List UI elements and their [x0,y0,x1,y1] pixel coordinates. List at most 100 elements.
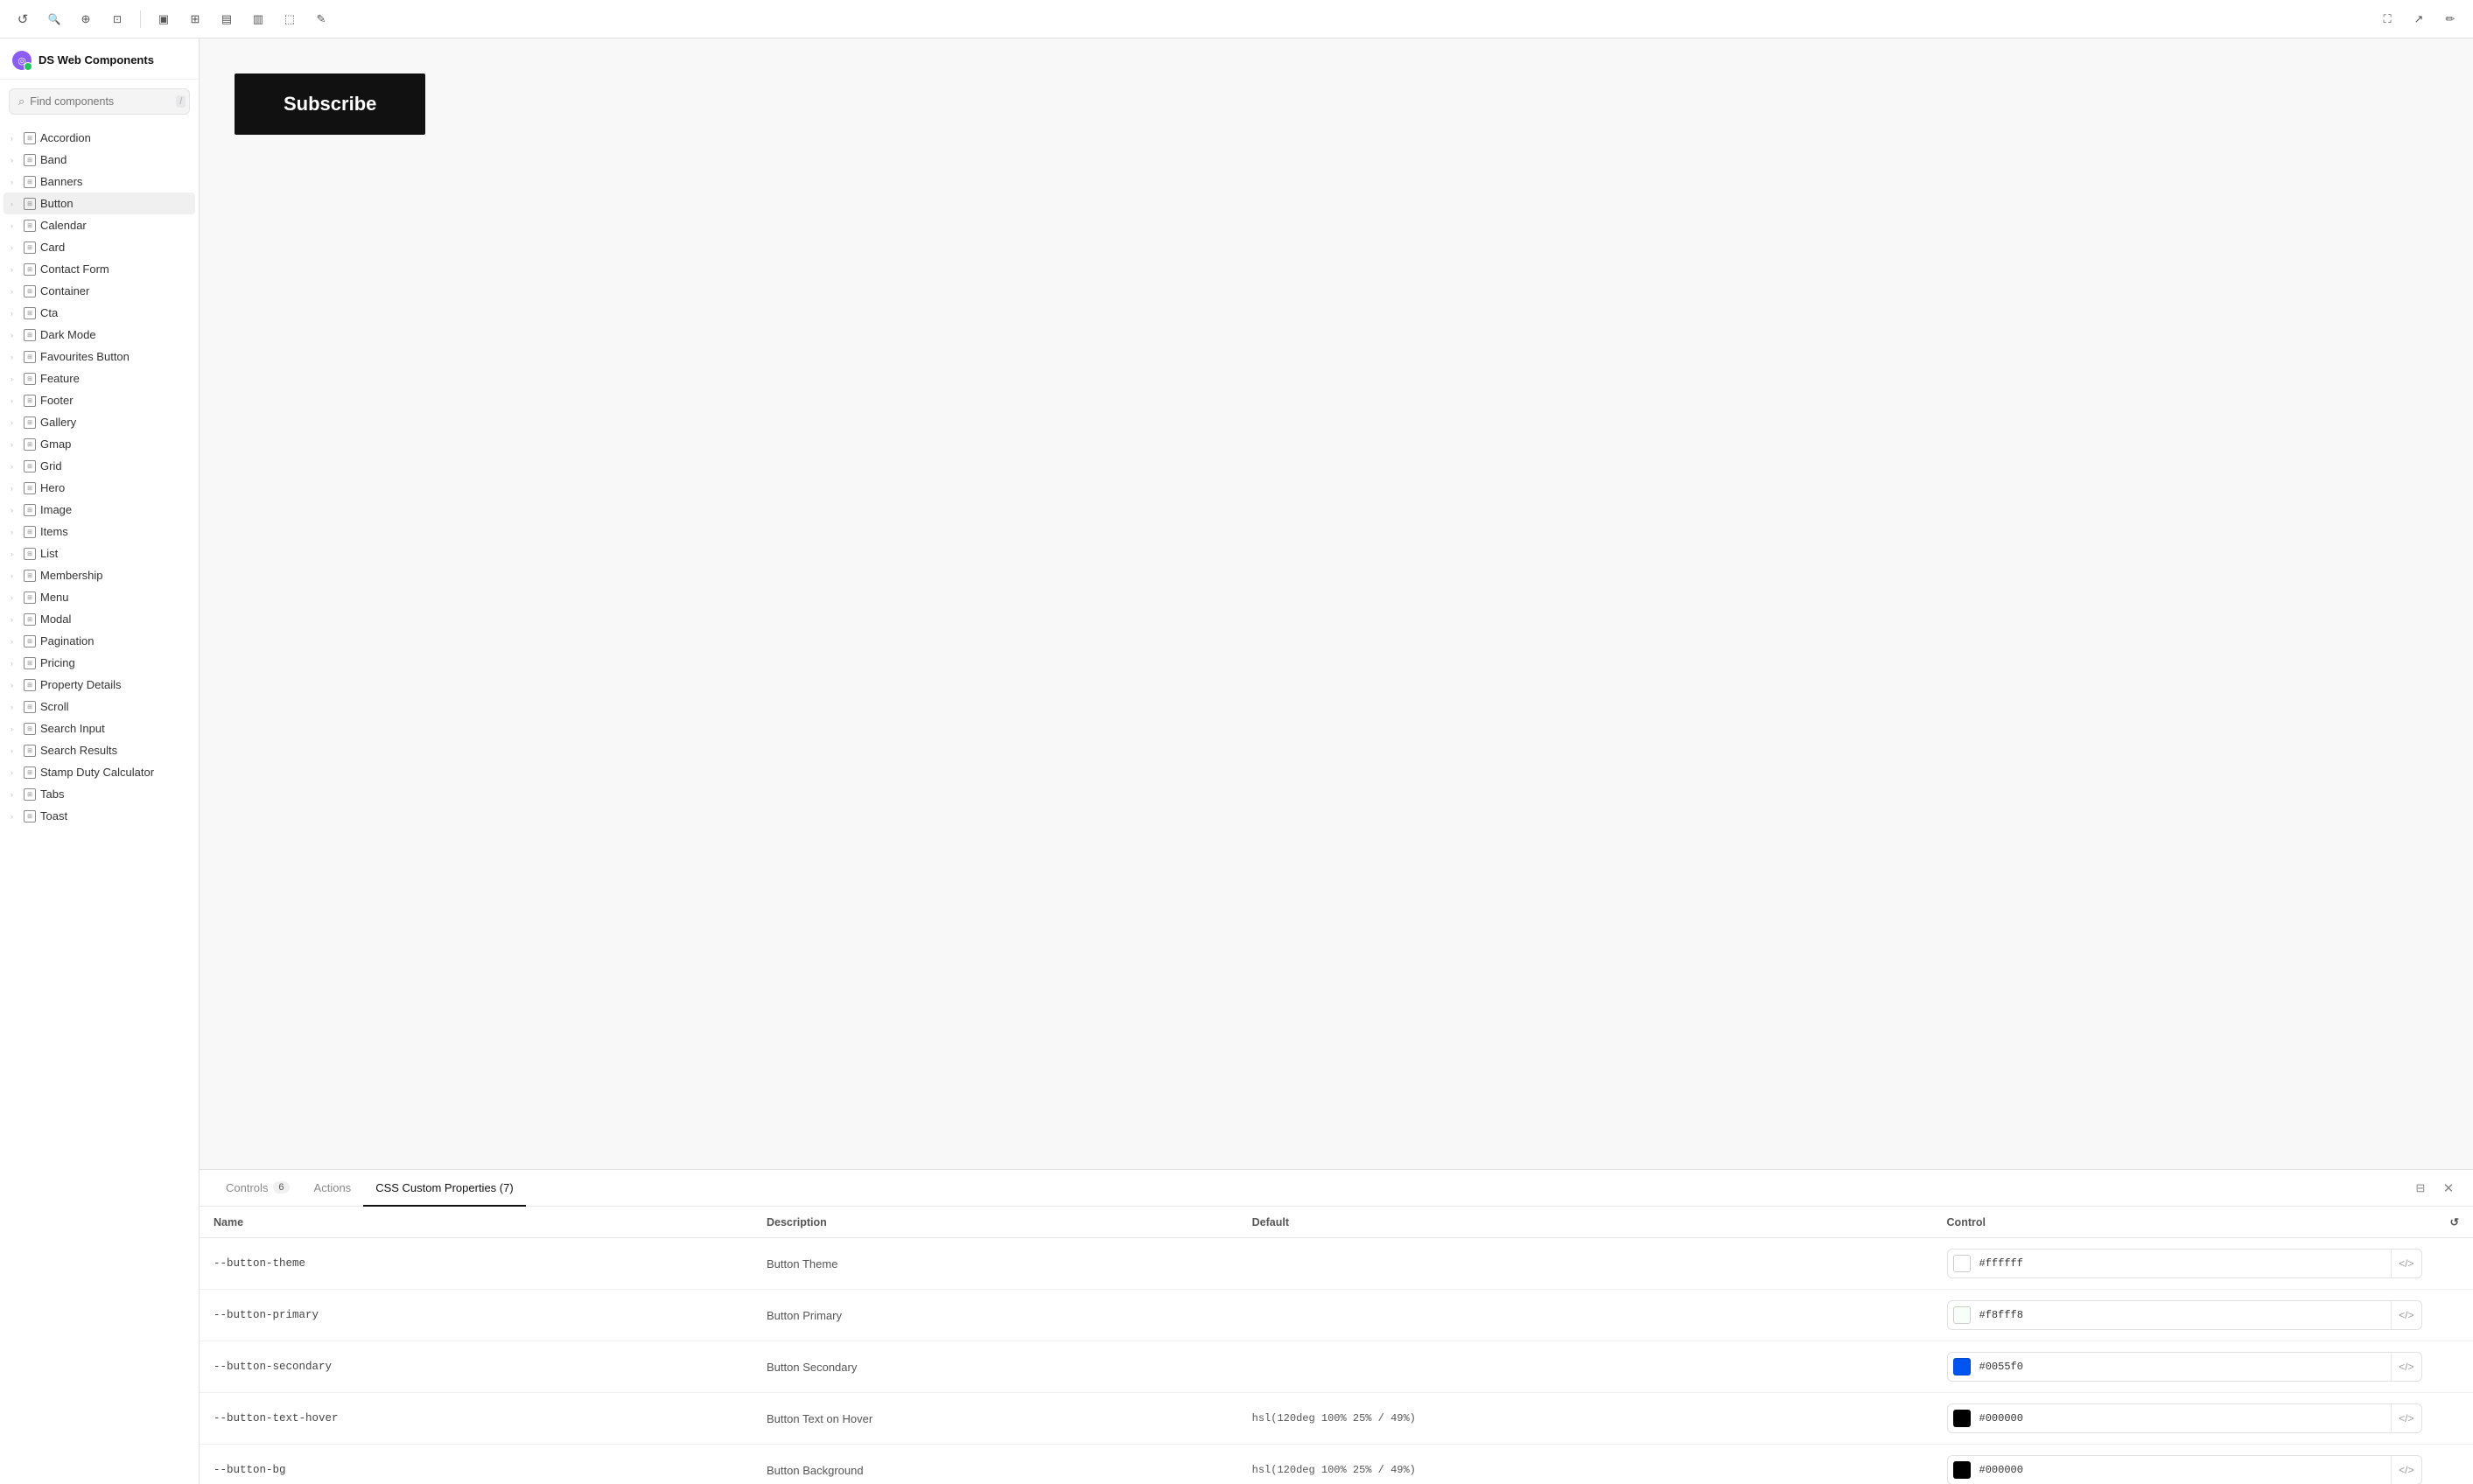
sidebar-item-button[interactable]: › ⊞ Button [4,192,195,214]
sidebar-item-pricing[interactable]: › ⊞ Pricing [4,652,195,674]
sidebar-item-stamp-duty-calculator[interactable]: › ⊞ Stamp Duty Calculator [4,761,195,783]
sidebar-item-gallery[interactable]: › ⊞ Gallery [4,411,195,433]
color-code-toggle[interactable]: </> [2391,1250,2420,1278]
sidebar-item-gmap[interactable]: › ⊞ Gmap [4,433,195,455]
expand-icon: › [11,462,19,471]
external-link-icon[interactable]: ↗ [2406,7,2431,32]
block-icon: ⊞ [24,307,36,319]
sidebar-item-scroll[interactable]: › ⊞ Scroll [4,696,195,718]
sidebar-item-image[interactable]: › ⊞ Image [4,499,195,521]
sidebar-item-property-details[interactable]: › ⊞ Property Details [4,674,195,696]
tab-css-custom-properties-(7)[interactable]: CSS Custom Properties (7) [363,1171,526,1207]
color-control[interactable]: #f8fff8 </> [1947,1300,2422,1330]
table-row: --button-primary Button Primary #f8fff8 … [200,1290,2473,1341]
prop-control[interactable]: #ffffff </> [1933,1238,2436,1290]
sidebar-item-banners[interactable]: › ⊞ Banners [4,171,195,192]
color-control[interactable]: #000000 </> [1947,1404,2422,1433]
sidebar-item-tabs[interactable]: › ⊞ Tabs [4,783,195,805]
sidebar-item-card[interactable]: › ⊞ Card [4,236,195,258]
sidebar-item-modal[interactable]: › ⊞ Modal [4,608,195,630]
refresh-icon[interactable]: ↺ [11,7,35,32]
prop-control[interactable]: #000000 </> [1933,1393,2436,1445]
color-swatch[interactable] [1953,1358,1971,1376]
sidebar-item-toast[interactable]: › ⊞ Toast [4,805,195,827]
tab-controls[interactable]: Controls6 [214,1171,302,1207]
sidebar-item-hero[interactable]: › ⊞ Hero [4,477,195,499]
sidebar-item-dark-mode[interactable]: › ⊞ Dark Mode [4,324,195,346]
sidebar-item-grid[interactable]: › ⊞ Grid [4,455,195,477]
color-code-toggle[interactable]: </> [2391,1404,2420,1432]
sidebar-item-accordion[interactable]: › ⊞ Accordion [4,127,195,149]
prop-description: Button Theme [753,1238,1238,1290]
nav-item-label: Gmap [40,438,71,451]
sidebar-item-list[interactable]: › ⊞ List [4,542,195,564]
sidebar-item-container[interactable]: › ⊞ Container [4,280,195,302]
panel-icon[interactable]: ▥ [246,7,270,32]
component-icons: ⊞ [24,745,36,757]
tab-actions[interactable]: Actions [302,1171,364,1207]
nav-item-label: Container [40,284,89,298]
search-icon: ⌕ [18,94,25,108]
color-code-toggle[interactable]: </> [2391,1353,2420,1381]
color-swatch[interactable] [1953,1255,1971,1272]
nav-item-label: Cta [40,306,58,319]
frame-icon[interactable]: ▣ [151,7,176,32]
sidebar-item-cta[interactable]: › ⊞ Cta [4,302,195,324]
block-icon: ⊞ [24,723,36,735]
zoom-out-icon[interactable]: 🔍 [42,7,67,32]
color-swatch[interactable] [1953,1410,1971,1427]
block-icon: ⊞ [24,570,36,582]
zoom-in-icon[interactable]: ⊕ [74,7,98,32]
panel-layout-icon[interactable]: ⊟ [2410,1178,2431,1199]
tab-label: Controls [226,1181,268,1194]
block-icon: ⊞ [24,416,36,429]
block-icon: ⊞ [24,351,36,363]
grid-view-icon[interactable]: ⊞ [183,7,207,32]
search-box[interactable]: ⌕ / [9,88,190,115]
component-icons: ⊞ [24,613,36,626]
prop-control[interactable]: #f8fff8 </> [1933,1290,2436,1341]
sidebar-item-menu[interactable]: › ⊞ Menu [4,586,195,608]
pen-icon[interactable]: ✏ [2438,7,2462,32]
expand-icon: › [11,550,19,558]
sidebar-item-favourites-button[interactable]: › ⊞ Favourites Button [4,346,195,368]
prop-control[interactable]: #0055f0 </> [1933,1341,2436,1393]
edit-icon[interactable]: ✎ [309,7,333,32]
fit-icon[interactable]: ⊡ [105,7,130,32]
expand-icon: › [11,812,19,821]
color-swatch[interactable] [1953,1306,1971,1324]
color-control[interactable]: #0055f0 </> [1947,1352,2422,1382]
block-icon: ⊞ [24,154,36,166]
sidebar-item-band[interactable]: › ⊞ Band [4,149,195,171]
component-icons: ⊞ [24,526,36,538]
sidebar-item-search-results[interactable]: › ⊞ Search Results [4,739,195,761]
reset-cell [2436,1445,2473,1484]
color-control[interactable]: #ffffff </> [1947,1249,2422,1278]
expand-icon: › [11,418,19,427]
color-code-toggle[interactable]: </> [2391,1456,2420,1484]
sidebar-item-membership[interactable]: › ⊞ Membership [4,564,195,586]
panel-close-icon[interactable]: ✕ [2438,1178,2459,1199]
search-input[interactable] [30,95,171,108]
block-icon: ⊞ [24,526,36,538]
sidebar-item-pagination[interactable]: › ⊞ Pagination [4,630,195,652]
reset-cell [2436,1238,2473,1290]
sidebar-item-calendar[interactable]: › ⊞ Calendar [4,214,195,236]
sidebar-item-feature[interactable]: › ⊞ Feature [4,368,195,389]
prop-control[interactable]: #000000 </> [1933,1445,2436,1484]
fullscreen-icon[interactable]: ⛶ [2375,7,2399,32]
sidebar-item-contact-form[interactable]: › ⊞ Contact Form [4,258,195,280]
crop-icon[interactable]: ⬚ [277,7,302,32]
sidebar-item-search-input[interactable]: › ⊞ Search Input [4,718,195,739]
color-swatch[interactable] [1953,1461,1971,1479]
table-row: --button-text-hover Button Text on Hover… [200,1393,2473,1445]
color-control[interactable]: #000000 </> [1947,1455,2422,1484]
subscribe-button[interactable]: Subscribe [235,74,425,135]
properties-table: Name Description Default Control ↺ --but… [200,1207,2473,1484]
sidebar-item-items[interactable]: › ⊞ Items [4,521,195,542]
color-code-toggle[interactable]: </> [2391,1301,2420,1329]
layout-icon[interactable]: ▤ [214,7,239,32]
expand-icon: › [11,484,19,493]
component-icons: ⊞ [24,592,36,604]
sidebar-item-footer[interactable]: › ⊞ Footer [4,389,195,411]
